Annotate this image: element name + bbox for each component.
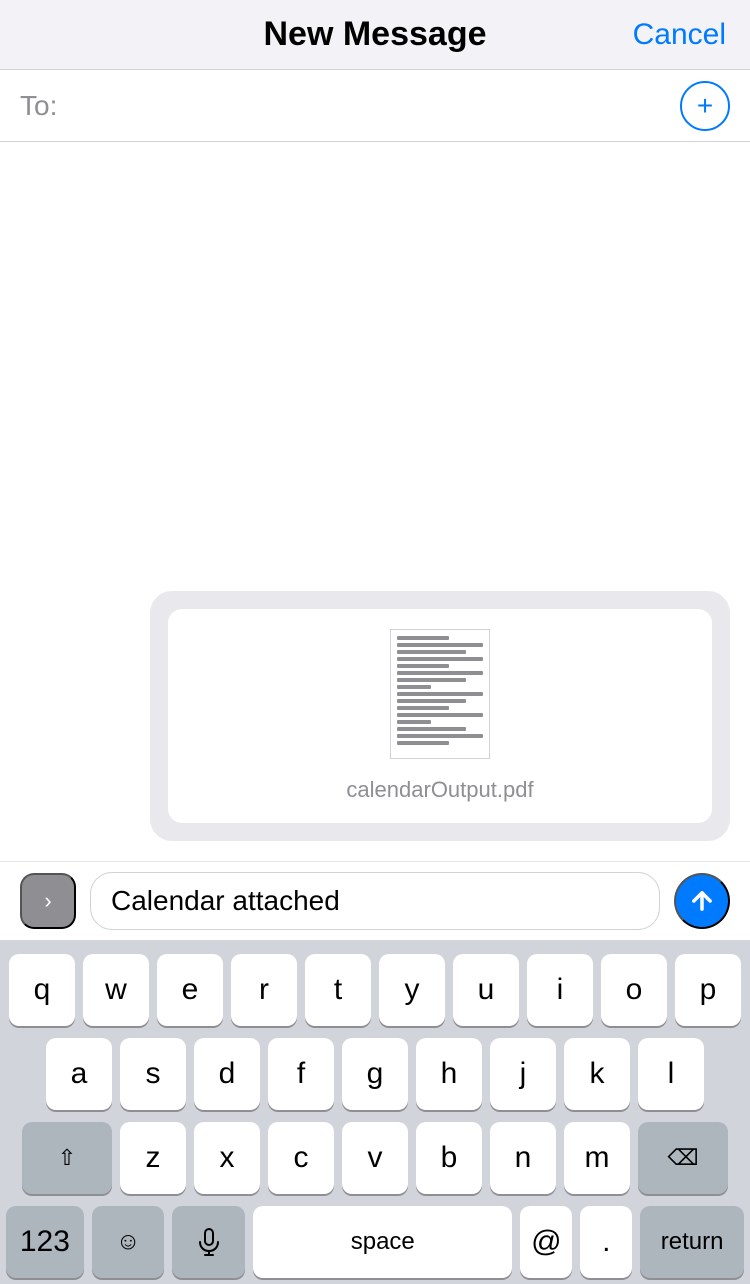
space-key[interactable]: space bbox=[253, 1206, 512, 1278]
pdf-line bbox=[397, 636, 449, 640]
plus-icon: + bbox=[697, 90, 713, 122]
key-x[interactable]: x bbox=[194, 1122, 260, 1194]
key-i[interactable]: i bbox=[527, 954, 593, 1026]
attachment-preview: calendarOutput.pdf bbox=[168, 609, 712, 823]
backspace-key[interactable]: ⌫ bbox=[638, 1122, 728, 1194]
key-g[interactable]: g bbox=[342, 1038, 408, 1110]
pdf-line bbox=[397, 650, 466, 654]
add-recipient-button[interactable]: + bbox=[680, 81, 730, 131]
key-m[interactable]: m bbox=[564, 1122, 630, 1194]
key-s[interactable]: s bbox=[120, 1038, 186, 1110]
pdf-line bbox=[397, 692, 483, 696]
keyboard-row-2: a s d f g h j k l bbox=[6, 1038, 744, 1110]
at-key[interactable]: @ bbox=[520, 1206, 572, 1278]
pdf-line bbox=[397, 685, 431, 689]
keyboard-row-3: ⇧ z x c v b n m ⌫ bbox=[6, 1122, 744, 1194]
key-a[interactable]: a bbox=[46, 1038, 112, 1110]
pdf-line bbox=[397, 643, 483, 647]
pdf-line bbox=[397, 720, 431, 724]
message-input[interactable] bbox=[90, 872, 660, 930]
pdf-line bbox=[397, 678, 466, 682]
key-q[interactable]: q bbox=[9, 954, 75, 1026]
key-o[interactable]: o bbox=[601, 954, 667, 1026]
key-w[interactable]: w bbox=[83, 954, 149, 1026]
message-container: calendarOutput.pdf bbox=[0, 591, 750, 861]
key-k[interactable]: k bbox=[564, 1038, 630, 1110]
key-j[interactable]: j bbox=[490, 1038, 556, 1110]
key-r[interactable]: r bbox=[231, 954, 297, 1026]
key-c[interactable]: c bbox=[268, 1122, 334, 1194]
key-d[interactable]: d bbox=[194, 1038, 260, 1110]
mic-icon bbox=[198, 1228, 220, 1256]
key-f[interactable]: f bbox=[268, 1038, 334, 1110]
dot-key[interactable]: . bbox=[580, 1206, 632, 1278]
key-v[interactable]: v bbox=[342, 1122, 408, 1194]
pdf-line bbox=[397, 727, 466, 731]
key-y[interactable]: y bbox=[379, 954, 445, 1026]
keyboard: q w e r t y u i o p a s d f g h j k l ⇧ … bbox=[0, 940, 750, 1284]
message-body-area bbox=[0, 142, 750, 591]
key-z[interactable]: z bbox=[120, 1122, 186, 1194]
send-button[interactable] bbox=[674, 873, 730, 929]
pdf-line bbox=[397, 657, 483, 661]
pdf-line bbox=[397, 741, 449, 745]
to-input[interactable] bbox=[67, 90, 680, 122]
pdf-line bbox=[397, 699, 466, 703]
keyboard-row-1: q w e r t y u i o p bbox=[6, 954, 744, 1026]
attachment-filename: calendarOutput.pdf bbox=[346, 777, 533, 803]
pdf-thumbnail bbox=[390, 629, 490, 759]
key-h[interactable]: h bbox=[416, 1038, 482, 1110]
key-p[interactable]: p bbox=[675, 954, 741, 1026]
pdf-line bbox=[397, 664, 449, 668]
return-key[interactable]: return bbox=[640, 1206, 744, 1278]
pdf-line bbox=[397, 734, 483, 738]
pdf-line bbox=[397, 706, 449, 710]
cancel-button[interactable]: Cancel bbox=[633, 18, 726, 52]
keyboard-row-4: 123 ☺ space @ . return bbox=[6, 1206, 744, 1278]
key-l[interactable]: l bbox=[638, 1038, 704, 1110]
key-t[interactable]: t bbox=[305, 954, 371, 1026]
header: New Message Cancel bbox=[0, 0, 750, 70]
key-b[interactable]: b bbox=[416, 1122, 482, 1194]
pdf-line bbox=[397, 671, 483, 675]
shift-key[interactable]: ⇧ bbox=[22, 1122, 112, 1194]
message-bubble: calendarOutput.pdf bbox=[150, 591, 730, 841]
key-e[interactable]: e bbox=[157, 954, 223, 1026]
pdf-line bbox=[397, 713, 483, 717]
key-n[interactable]: n bbox=[490, 1122, 556, 1194]
input-row: › bbox=[0, 861, 750, 940]
key-u[interactable]: u bbox=[453, 954, 519, 1026]
numbers-key[interactable]: 123 bbox=[6, 1206, 84, 1278]
page-title: New Message bbox=[264, 15, 487, 54]
to-label: To: bbox=[20, 90, 57, 122]
chevron-right-icon: › bbox=[44, 888, 51, 914]
mic-key[interactable] bbox=[172, 1206, 245, 1278]
expand-button[interactable]: › bbox=[20, 873, 76, 929]
send-arrow-icon bbox=[688, 887, 716, 915]
emoji-key[interactable]: ☺ bbox=[92, 1206, 165, 1278]
to-row: To: + bbox=[0, 70, 750, 142]
